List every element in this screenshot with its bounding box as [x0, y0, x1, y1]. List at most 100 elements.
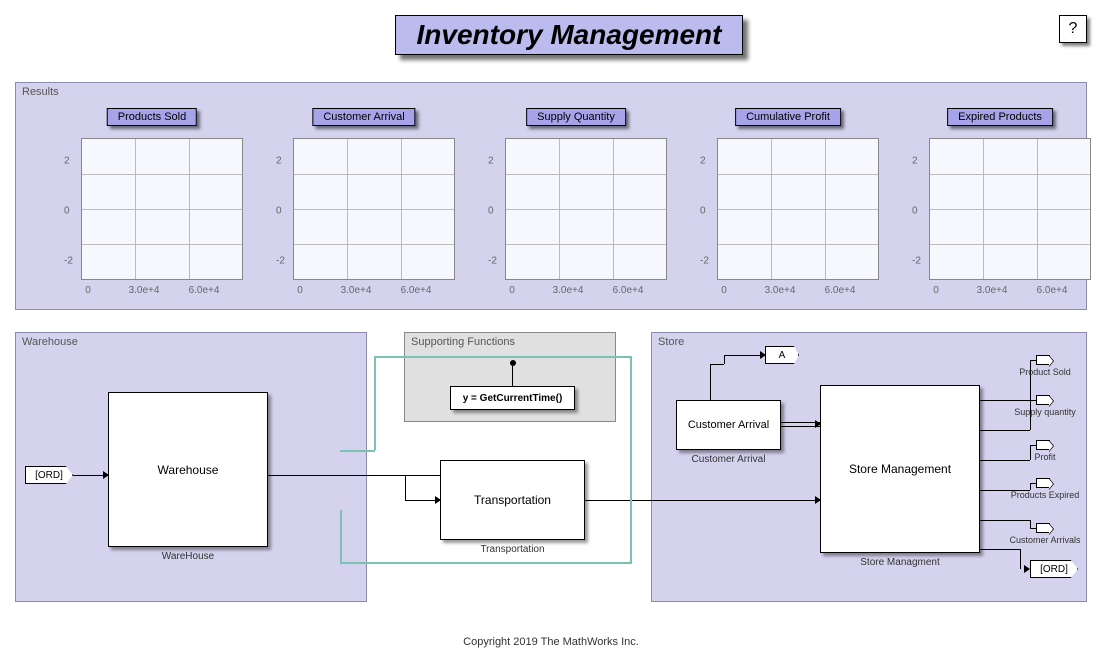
support-label: Supporting Functions	[411, 336, 515, 348]
function-wire	[512, 366, 513, 386]
scope-1[interactable]: Customer Arrival20-203.0e+46.0e+4	[268, 108, 460, 298]
transportation-caption: Transportation	[440, 544, 585, 555]
customer-arrival-block[interactable]: Customer Arrival	[676, 400, 781, 450]
ytick: 0	[488, 206, 494, 217]
warehouse-block-caption: WareHouse	[108, 551, 268, 562]
customer-arrival-caption: Customer Arrival	[676, 454, 781, 465]
xtick: 3.0e+4	[977, 285, 1008, 296]
scope-wire-6	[340, 510, 342, 564]
model-title: Inventory Management	[395, 15, 743, 55]
scope-0[interactable]: Products Sold 2 0 -2 0 3.0e+4 6.0e+4	[56, 108, 248, 298]
help-button[interactable]: ?	[1059, 15, 1087, 43]
outport[interactable]	[1036, 440, 1050, 450]
arrow-cust-store	[815, 420, 821, 428]
function-port-icon	[510, 360, 516, 366]
xtick: 3.0e+4	[765, 285, 796, 296]
xtick: 0	[721, 285, 727, 296]
results-panel: Results Products Sold20-203.0e+46.0e+4Cu…	[15, 82, 1087, 310]
chart-axes	[505, 138, 667, 280]
warehouse-panel-label: Warehouse	[22, 336, 78, 348]
wire-wh-trans	[268, 475, 440, 476]
chart-axes	[81, 138, 243, 280]
outport-label: Products Expired	[1005, 490, 1085, 500]
simulink-function-block[interactable]: y = GetCurrentTime()	[450, 386, 575, 410]
xtick: 6.0e+4	[613, 285, 644, 296]
out-wire	[980, 430, 1030, 431]
out-wire-v	[1030, 483, 1031, 490]
outport[interactable]	[1036, 523, 1050, 533]
goto-tag-a[interactable]: A	[765, 346, 799, 364]
out-wire	[980, 520, 1030, 521]
outport-label: Product Sold	[1005, 367, 1085, 377]
scope-wire-2	[374, 356, 376, 450]
results-label: Results	[22, 86, 59, 98]
ytick: 0	[64, 206, 70, 217]
scope-title: Supply Quantity	[526, 108, 626, 126]
scope-wire-5	[340, 562, 632, 564]
ytick: -2	[912, 256, 921, 267]
scope-title: Cumulative Profit	[735, 108, 841, 126]
outport[interactable]	[1036, 478, 1050, 488]
ytick: -2	[488, 256, 497, 267]
ytick: 2	[700, 156, 706, 167]
transportation-block[interactable]: Transportation	[440, 460, 585, 540]
store-panel-label: Store	[658, 336, 684, 348]
chart-axes	[293, 138, 455, 280]
xtick: 6.0e+4	[1037, 285, 1068, 296]
scope-3[interactable]: Cumulative Profit 2 0 -2 0 3.0e+4 6.0e+4	[692, 108, 884, 298]
xtick: 3.0e+4	[129, 285, 160, 296]
out-wire-ord	[980, 549, 1020, 550]
out-wire-v	[1030, 520, 1031, 528]
store-management-block[interactable]: Store Management	[820, 385, 980, 553]
ytick: 2	[488, 156, 494, 167]
out-wire-ord-v	[1020, 549, 1021, 569]
wire-cust-up	[710, 364, 711, 400]
store-management-caption: Store Managment	[820, 557, 980, 568]
goto-tag-ord[interactable]: [ORD]	[1030, 560, 1078, 578]
ytick: 0	[276, 206, 282, 217]
arrow-goto-a	[760, 351, 766, 359]
ytick: 2	[64, 156, 70, 167]
outport-label: Customer Arrivals	[1005, 535, 1085, 545]
scope-wire-3	[374, 356, 632, 358]
xtick: 6.0e+4	[189, 285, 220, 296]
wire-trans-store	[585, 500, 820, 501]
scope-title: Expired Products	[947, 108, 1053, 126]
ytick: -2	[276, 256, 285, 267]
copyright-text: Copyright 2019 The MathWorks Inc.	[0, 636, 1102, 648]
scope-wire-1	[340, 450, 375, 452]
wire-to-goto-a-v	[724, 355, 725, 364]
arrow-wh-trans	[435, 496, 441, 504]
scope-title: Products Sold	[107, 108, 197, 126]
ytick: 0	[700, 206, 706, 217]
outport[interactable]	[1036, 395, 1050, 405]
ytick: 2	[912, 156, 918, 167]
scope-2[interactable]: Supply Quantity 2 0 -2 0 3.0e+4 6.0e+4	[480, 108, 672, 298]
xtick: 0	[933, 285, 939, 296]
ytick: -2	[64, 256, 73, 267]
xtick: 3.0e+4	[553, 285, 584, 296]
wire-wh-trans-v	[405, 475, 406, 500]
out-wire	[980, 400, 1030, 401]
from-tag-ord[interactable]: [ORD]	[25, 466, 73, 484]
chart-axes	[717, 138, 879, 280]
wire-to-goto-a	[724, 355, 762, 356]
ytick: 2	[276, 156, 282, 167]
outport[interactable]	[1036, 355, 1050, 365]
xtick: 0	[85, 285, 91, 296]
outport-label: Profit	[1005, 452, 1085, 462]
ytick: -2	[700, 256, 709, 267]
arrow-ord-out	[1024, 565, 1030, 573]
xtick: 6.0e+4	[825, 285, 856, 296]
out-wire-v	[1030, 360, 1031, 400]
chart-axes	[929, 138, 1091, 280]
xtick: 6.0e+4	[401, 285, 432, 296]
xtick: 0	[509, 285, 515, 296]
wire-cust-up2	[710, 364, 724, 365]
arrow-trans-store	[815, 496, 821, 504]
ytick: 0	[912, 206, 918, 217]
xtick: 0	[297, 285, 303, 296]
arrow-ord-wh	[103, 471, 109, 479]
scope-4[interactable]: Expired Products 2 0 -2 0 3.0e+4 6.0e+4	[904, 108, 1096, 298]
warehouse-block[interactable]: Warehouse	[108, 392, 268, 547]
